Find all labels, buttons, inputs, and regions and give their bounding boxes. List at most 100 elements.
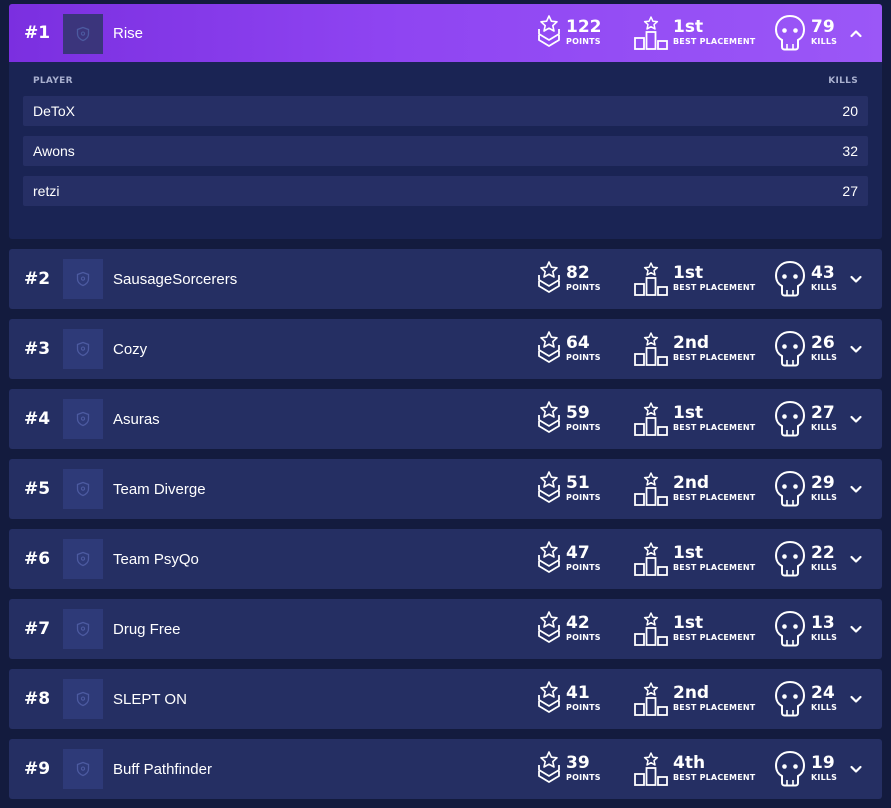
stat-label: KILLS: [811, 423, 838, 432]
chevron-down-icon[interactable]: [847, 480, 865, 498]
team-row[interactable]: #8 SLEPT ON 41 POINTS 2nd BEST PLACEMENT 2…: [9, 669, 882, 729]
team-row[interactable]: #3 Cozy 64 POINTS 2nd BEST PLACEMENT 26 KIL…: [9, 319, 882, 379]
stat-text: 2nd BEST PLACEMENT: [673, 684, 755, 714]
stat-text: 27 KILLS: [811, 404, 837, 434]
player-row: Awons 32: [23, 136, 868, 166]
team-logo: [63, 539, 103, 579]
podium-star-icon: [634, 16, 668, 50]
stat-kills: 13 KILLS: [773, 599, 837, 659]
stat-value: 29: [811, 473, 835, 493]
stat-kills: 79 KILLS: [773, 4, 837, 62]
skull-icon: [774, 610, 806, 647]
team-rank: #7: [24, 619, 51, 639]
stat-text: 59 POINTS: [566, 404, 601, 434]
team-row[interactable]: #4 Asuras 59 POINTS 1st BEST PLACEMENT 27 K…: [9, 389, 882, 449]
stat-value: 41: [566, 683, 590, 703]
stat-label: KILLS: [811, 283, 838, 292]
stat-kills: 43 KILLS: [773, 249, 837, 309]
team-logo: [63, 679, 103, 719]
podium-star-icon: [634, 472, 668, 506]
team-row[interactable]: #6 Team PsyQo 47 POINTS 1st BEST PLACEMENT…: [9, 529, 882, 589]
stat-label: BEST PLACEMENT: [673, 353, 756, 362]
team-rank: #1: [24, 23, 51, 43]
skull-icon: [774, 540, 806, 577]
stat-text: 39 POINTS: [566, 754, 601, 784]
podium-star-icon: [634, 682, 668, 716]
stat-placement: 1st BEST PLACEMENT: [633, 4, 755, 62]
stat-label: POINTS: [566, 283, 601, 292]
stat-value: 19: [811, 753, 835, 773]
stat-value: 13: [811, 613, 835, 633]
team-rank: #6: [24, 549, 51, 569]
shield-icon: [76, 481, 90, 497]
team-row[interactable]: #1 Rise 122 POINTS 1st BEST PLACEMENT 79 KI…: [9, 4, 882, 62]
stat-text: 47 POINTS: [566, 544, 601, 574]
chevron-down-icon[interactable]: [847, 620, 865, 638]
stat-value: 79: [811, 17, 835, 37]
skull-icon: [774, 680, 806, 717]
stat-label: BEST PLACEMENT: [673, 773, 756, 782]
podium-star-icon: [634, 262, 668, 296]
stat-value: 39: [566, 753, 590, 773]
stat-value: 42: [566, 613, 590, 633]
stat-label: BEST PLACEMENT: [673, 703, 756, 712]
player-row: DeToX 20: [23, 96, 868, 126]
stat-text: 1st BEST PLACEMENT: [673, 614, 755, 644]
chevron-up-icon[interactable]: [847, 25, 865, 43]
team-block: #3 Cozy 64 POINTS 2nd BEST PLACEMENT 26 KIL…: [9, 319, 882, 379]
stat-placement: 1st BEST PLACEMENT: [633, 389, 755, 449]
stat-text: 1st BEST PLACEMENT: [673, 18, 755, 48]
team-logo: [63, 329, 103, 369]
chevron-down-icon[interactable]: [847, 340, 865, 358]
stat-placement: 1st BEST PLACEMENT: [633, 249, 755, 309]
team-row[interactable]: #2 SausageSorcerers 82 POINTS 1st BEST PLA…: [9, 249, 882, 309]
stat-value: 51: [566, 473, 590, 493]
stat-value: 64: [566, 333, 590, 353]
stat-text: 42 POINTS: [566, 614, 601, 644]
stat-text: 122 POINTS: [566, 18, 602, 48]
skull-icon: [774, 400, 806, 437]
team-block: #7 Drug Free 42 POINTS 1st BEST PLACEMENT …: [9, 599, 882, 659]
stat-kills: 27 KILLS: [773, 389, 837, 449]
stat-label: POINTS: [566, 563, 601, 572]
player-column-header: PLAYER: [33, 76, 73, 86]
rank-chevron-star-icon: [538, 751, 560, 783]
team-name: Rise: [113, 24, 144, 42]
shield-icon: [76, 411, 90, 427]
rank-chevron-star-icon: [538, 261, 560, 293]
stat-text: 26 KILLS: [811, 334, 837, 364]
stat-text: 2nd BEST PLACEMENT: [673, 474, 755, 504]
stat-text: 41 POINTS: [566, 684, 601, 714]
team-rank: #9: [24, 759, 51, 779]
stat-text: 1st BEST PLACEMENT: [673, 264, 755, 294]
chevron-down-icon[interactable]: [847, 550, 865, 568]
stat-value: 4th: [673, 753, 706, 773]
team-row[interactable]: #7 Drug Free 42 POINTS 1st BEST PLACEMENT …: [9, 599, 882, 659]
stat-label: BEST PLACEMENT: [673, 563, 756, 572]
team-logo: [63, 259, 103, 299]
chevron-down-icon[interactable]: [847, 690, 865, 708]
stat-value: 1st: [673, 403, 704, 423]
skull-icon: [774, 470, 806, 507]
stat-label: POINTS: [566, 703, 601, 712]
shield-icon: [76, 341, 90, 357]
stat-value: 43: [811, 263, 835, 283]
podium-star-icon: [634, 402, 668, 436]
chevron-down-icon[interactable]: [847, 270, 865, 288]
stat-label: KILLS: [811, 773, 838, 782]
team-block: #6 Team PsyQo 47 POINTS 1st BEST PLACEMENT…: [9, 529, 882, 589]
stat-value: 27: [811, 403, 835, 423]
player-kills: 27: [842, 183, 858, 199]
team-name: Team Diverge: [113, 480, 206, 498]
team-row[interactable]: #5 Team Diverge 51 POINTS 2nd BEST PLACEME…: [9, 459, 882, 519]
shield-icon: [76, 691, 90, 707]
chevron-down-icon[interactable]: [847, 760, 865, 778]
stat-label: BEST PLACEMENT: [673, 423, 756, 432]
stat-label: KILLS: [811, 633, 838, 642]
chevron-down-icon[interactable]: [847, 410, 865, 428]
team-block: #5 Team Diverge 51 POINTS 2nd BEST PLACEME…: [9, 459, 882, 519]
stat-value: 1st: [673, 263, 704, 283]
stat-placement: 2nd BEST PLACEMENT: [633, 319, 755, 379]
team-row[interactable]: #9 Buff Pathfinder 39 POINTS 4th BEST PLAC…: [9, 739, 882, 799]
team-block: #2 SausageSorcerers 82 POINTS 1st BEST PLA…: [9, 249, 882, 309]
